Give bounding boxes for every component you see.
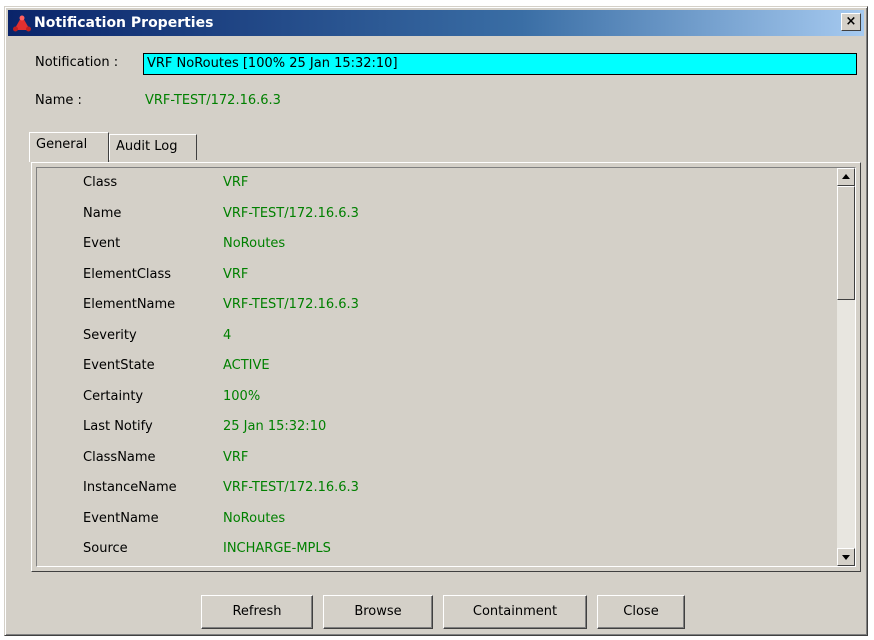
property-key: Event xyxy=(83,236,121,251)
containment-button[interactable]: Containment xyxy=(443,595,587,629)
vertical-scrollbar[interactable] xyxy=(837,168,855,566)
property-key: ElementName xyxy=(83,297,176,312)
name-value: VRF-TEST/172.16.6.3 xyxy=(145,93,281,108)
arrow-down-icon xyxy=(842,555,850,560)
property-row: ClassName VRF xyxy=(37,445,817,471)
property-key: Severity xyxy=(83,327,137,343)
property-row: Event NoRoutes xyxy=(37,231,817,257)
tab-audit-log[interactable]: Audit Log xyxy=(109,134,197,160)
property-value: ACTIVE xyxy=(223,358,270,373)
close-button[interactable]: Close xyxy=(597,595,685,629)
property-row: Source INCHARGE-MPLS xyxy=(37,536,817,562)
name-label: Name : xyxy=(35,93,82,108)
property-value: VRF xyxy=(223,449,249,465)
property-value: 4 xyxy=(223,327,232,343)
smarts-logo-icon xyxy=(13,15,31,32)
notification-properties-dialog: Notification Properties × Notification :… xyxy=(4,6,868,636)
property-value: VRF-TEST/172.16.6.3 xyxy=(223,480,359,495)
property-row: Certainty 100% xyxy=(37,384,817,410)
property-value: 25 Jan 15:32:10 xyxy=(223,419,327,434)
property-key: Class xyxy=(83,175,118,190)
property-row: ElementClass VRF xyxy=(37,262,817,288)
property-value: VRF-TEST/172.16.6.3 xyxy=(223,205,359,221)
property-row: ElementName VRF-TEST/172.16.6.3 xyxy=(37,292,817,318)
property-value: NoRoutes xyxy=(223,236,286,251)
title-bar[interactable]: Notification Properties × xyxy=(8,10,864,36)
tab-general[interactable]: General xyxy=(29,132,109,162)
property-row: InstanceName VRF-TEST/172.16.6.3 xyxy=(37,475,817,501)
refresh-button[interactable]: Refresh xyxy=(201,595,313,629)
property-key: Name xyxy=(83,205,122,221)
property-value: VRF-TEST/172.16.6.3 xyxy=(223,297,359,312)
property-key: Certainty xyxy=(83,388,144,404)
property-value: VRF xyxy=(223,175,249,190)
property-value: INCHARGE-MPLS xyxy=(223,541,331,556)
property-value: NoRoutes xyxy=(223,510,286,526)
property-row: EventName NoRoutes xyxy=(37,506,817,532)
property-key: ClassName xyxy=(83,449,156,465)
property-value: 100% xyxy=(223,388,261,404)
notification-label: Notification : xyxy=(35,55,119,70)
scroll-down-button[interactable] xyxy=(837,548,855,566)
scroll-thumb[interactable] xyxy=(837,186,855,300)
general-panel: Class VRF Name VRF-TEST/172.16.6.3 Event NoRo… xyxy=(31,162,861,572)
window-title: Notification Properties xyxy=(34,15,214,31)
property-key: EventState xyxy=(83,358,155,373)
property-key: EventName xyxy=(83,510,159,526)
property-list[interactable]: Class VRF Name VRF-TEST/172.16.6.3 Event NoRo… xyxy=(36,167,856,567)
property-key: Source xyxy=(83,541,128,556)
notification-field: VRF NoRoutes [100% 25 Jan 15:32:10] xyxy=(143,53,857,75)
property-row: Class VRF xyxy=(37,170,817,196)
arrow-up-icon xyxy=(842,174,850,179)
property-row: Last Notify 25 Jan 15:32:10 xyxy=(37,414,817,440)
property-row: EventState ACTIVE xyxy=(37,353,817,379)
property-row: Severity 4 xyxy=(37,323,817,349)
property-key: ElementClass xyxy=(83,266,172,282)
property-key: Last Notify xyxy=(83,419,153,434)
property-row: Name VRF-TEST/172.16.6.3 xyxy=(37,201,817,227)
browse-button[interactable]: Browse xyxy=(323,595,433,629)
close-window-button[interactable]: × xyxy=(841,13,861,31)
property-key: InstanceName xyxy=(83,480,177,495)
property-value: VRF xyxy=(223,266,249,282)
scroll-up-button[interactable] xyxy=(837,168,855,186)
